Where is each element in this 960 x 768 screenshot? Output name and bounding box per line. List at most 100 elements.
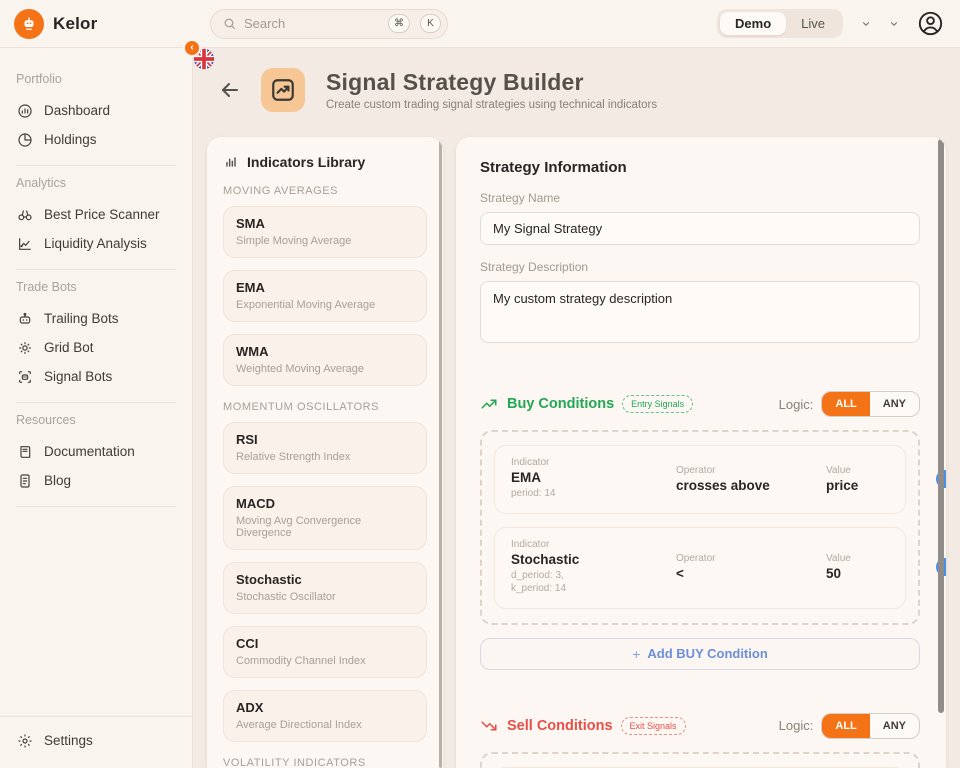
condition-card: Indicator EMA period: 14 Operator crosse… — [494, 445, 906, 514]
indicator-description: Relative Strength Index — [236, 451, 414, 463]
sidebar-section-items: Dashboard Holdings — [0, 96, 192, 154]
sidebar-item-label: Best Price Scanner — [44, 207, 160, 222]
profile-avatar-button[interactable] — [917, 10, 944, 37]
indicator-group-label: MOVING AVERAGES — [223, 185, 427, 197]
indicator-groups: MOVING AVERAGES SMA Simple Moving Averag… — [223, 185, 427, 768]
indicator-description: Weighted Moving Average — [236, 363, 414, 375]
sidebar-item-trailing-bots[interactable]: Trailing Bots — [0, 304, 192, 333]
page-subtitle: Create custom trading signal strategies … — [326, 99, 657, 111]
sidebar-section-label: Trade Bots — [16, 280, 176, 294]
sidebar-item-settings[interactable]: Settings — [0, 726, 192, 755]
add-buy-condition-button[interactable]: + Add BUY Condition — [480, 638, 920, 670]
chevron-down-icon — [861, 19, 871, 29]
sidebar-section-items: Trailing Bots Grid Bot Signal Bots — [0, 304, 192, 391]
sidebar-item-best-price-scanner[interactable]: Best Price Scanner — [0, 200, 192, 229]
language-selector[interactable] — [889, 19, 899, 29]
grid-bot-icon — [17, 340, 33, 356]
sidebar-item-grid-bot[interactable]: Grid Bot — [0, 333, 192, 362]
sidebar-item-label: Trailing Bots — [44, 311, 119, 326]
condition-params: period: 14 — [511, 487, 676, 501]
sidebar-section-items: Documentation Blog — [0, 437, 192, 495]
sidebar-footer: Settings — [0, 716, 192, 768]
search-input[interactable]: Search ⌘ K — [210, 9, 448, 39]
sidebar-item-dashboard[interactable]: Dashboard — [0, 96, 192, 125]
sidebar-section-label: Portfolio — [16, 72, 176, 86]
sidebar-item-signal-bots[interactable]: Signal Bots — [0, 362, 192, 391]
buy-logic-toggle: ALL ANY — [821, 391, 920, 417]
sell-logic-control: Logic: ALL ANY — [779, 713, 920, 739]
divider — [16, 506, 176, 507]
indicator-card[interactable]: Stochastic Stochastic Oscillator — [223, 562, 427, 614]
docs-icon — [17, 444, 33, 460]
indicator-name: WMA — [236, 344, 414, 359]
indicator-name: CCI — [236, 636, 414, 651]
display-settings-button[interactable] — [861, 19, 871, 29]
sidebar-section: Portfolio Dashboard Holdings — [0, 72, 192, 166]
sidebar-item-label: Signal Bots — [44, 369, 112, 384]
search-icon — [223, 17, 236, 30]
chevron-down-icon — [889, 19, 899, 29]
logic-label: Logic: — [779, 397, 814, 412]
demo-mode-button[interactable]: Demo — [720, 12, 786, 35]
indicator-card[interactable]: ADX Average Directional Index — [223, 690, 427, 742]
sell-conditions-dropzone[interactable]: Indicator CCI Operator > Value 50 Signal — [480, 752, 920, 768]
indicators-library-panel: Indicators Library MOVING AVERAGES SMA S… — [207, 137, 443, 768]
condition-value-col: Value price — [826, 465, 936, 493]
buy-logic-any-button[interactable]: ANY — [870, 392, 919, 416]
condition-operator: crosses above — [676, 478, 826, 493]
sell-conditions-title: Sell Conditions — [507, 718, 613, 734]
sidebar-section-label: Resources — [16, 413, 176, 427]
buy-conditions-dropzone[interactable]: Indicator EMA period: 14 Operator crosse… — [480, 430, 920, 625]
logic-label: Logic: — [779, 718, 814, 733]
indicator-group: MOVING AVERAGES SMA Simple Moving Averag… — [223, 185, 427, 386]
strategy-name-input[interactable] — [480, 212, 920, 245]
sell-logic-any-button[interactable]: ANY — [870, 714, 919, 738]
buy-logic-all-button[interactable]: ALL — [822, 392, 869, 416]
strategy-name-label: Strategy Name — [480, 191, 920, 205]
brand[interactable]: Kelor — [0, 9, 193, 39]
sidebar-nav: Portfolio Dashboard Holdings Analytics B… — [0, 72, 192, 507]
sidebar-item-label: Grid Bot — [44, 340, 94, 355]
buy-conditions-header: Buy Conditions Entry Signals Logic: ALL … — [480, 391, 920, 417]
indicator-group-items: SMA Simple Moving Average EMA Exponentia… — [223, 206, 427, 386]
indicator-group: VOLATILITY INDICATORS Bollinger Bands Vo… — [223, 757, 427, 768]
condition-value: price — [826, 478, 936, 493]
sidebar-item-label: Blog — [44, 473, 71, 488]
buy-conditions-title: Buy Conditions — [507, 396, 614, 412]
strategy-description-textarea[interactable]: My custom strategy description — [480, 281, 920, 343]
signal-bot-icon — [17, 369, 33, 385]
indicator-card[interactable]: RSI Relative Strength Index — [223, 422, 427, 474]
value-label: Value — [826, 553, 936, 564]
sidebar-section: Resources Documentation Blog — [0, 413, 192, 507]
page-icon-badge — [261, 68, 305, 112]
condition-indicator-name: Stochastic — [511, 552, 676, 567]
sidebar-item-liquidity-analysis[interactable]: Liquidity Analysis — [0, 229, 192, 258]
indicators-scrollbar[interactable] — [439, 139, 442, 768]
strategy-description-label: Strategy Description — [480, 260, 920, 274]
condition-value-col: Value 50 — [826, 553, 936, 581]
indicator-card[interactable]: SMA Simple Moving Average — [223, 206, 427, 258]
operator-label: Operator — [676, 465, 826, 476]
indicator-card[interactable]: MACD Moving Avg Convergence Divergence — [223, 486, 427, 550]
indicator-card[interactable]: CCI Commodity Channel Index — [223, 626, 427, 678]
back-button[interactable] — [218, 78, 242, 102]
strategy-scrollbar[interactable] — [938, 139, 944, 713]
sidebar-item-documentation[interactable]: Documentation — [0, 437, 192, 466]
condition-operator: < — [676, 566, 826, 581]
sidebar-section: Trade Bots Trailing Bots Grid Bot Signal… — [0, 280, 192, 403]
sidebar-collapse-button[interactable]: ‹ — [183, 39, 201, 57]
sidebar-item-label: Liquidity Analysis — [44, 236, 147, 251]
condition-operator-col: Operator < — [676, 553, 826, 581]
live-mode-button[interactable]: Live — [786, 12, 840, 35]
sell-logic-all-button[interactable]: ALL — [822, 714, 869, 738]
sidebar-item-label: Documentation — [44, 444, 135, 459]
plus-icon: + — [632, 646, 640, 662]
indicator-group-items: RSI Relative Strength Index MACD Moving … — [223, 422, 427, 742]
exit-signals-badge: Exit Signals — [621, 717, 686, 735]
indicator-card[interactable]: EMA Exponential Moving Average — [223, 270, 427, 322]
strategy-panel: Strategy Information Strategy Name Strat… — [456, 137, 946, 768]
indicator-card[interactable]: WMA Weighted Moving Average — [223, 334, 427, 386]
sidebar-item-holdings[interactable]: Holdings — [0, 125, 192, 154]
sidebar-item-blog[interactable]: Blog — [0, 466, 192, 495]
page-header-text: Signal Strategy Builder Create custom tr… — [326, 69, 657, 111]
